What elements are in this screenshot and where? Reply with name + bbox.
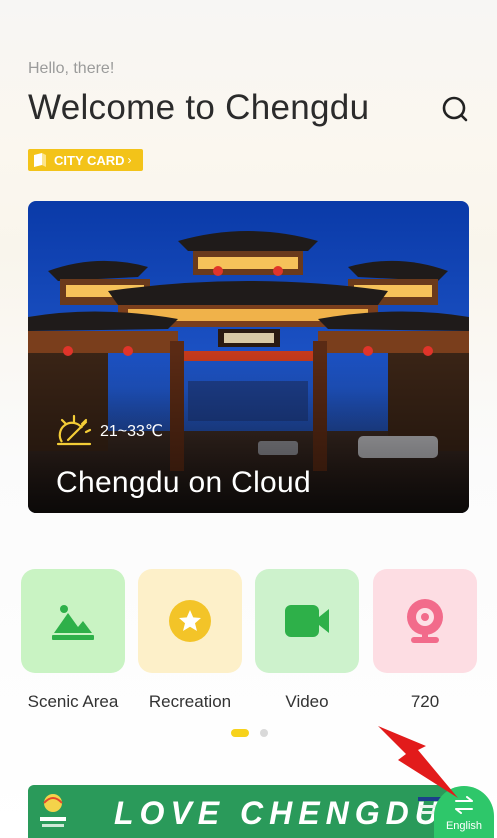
category-720[interactable] <box>373 569 477 673</box>
webcam-icon <box>407 599 443 643</box>
banner-text: LOVE CHENGDU <box>114 795 444 831</box>
mountain-icon <box>52 605 94 640</box>
page-title: Welcome to Chengdu <box>28 88 370 127</box>
category-video[interactable] <box>255 569 359 673</box>
category-label-scenic-area: Scenic Area <box>27 692 119 711</box>
page-indicator <box>0 729 497 739</box>
swap-arrows-icon <box>455 796 473 814</box>
chevron-right-icon: › <box>127 153 132 167</box>
language-switch-button[interactable]: English <box>434 786 494 838</box>
search-icon <box>442 96 468 122</box>
page-dot-active[interactable] <box>231 729 249 737</box>
star-icon <box>169 600 211 642</box>
page-dot[interactable] <box>260 729 268 737</box>
card-icon <box>34 153 46 167</box>
category-recreation[interactable] <box>138 569 242 673</box>
category-label-video: Video <box>285 692 329 711</box>
video-camera-icon <box>285 605 329 637</box>
category-label-720: 720 <box>410 692 440 711</box>
weather-widget: 21~33℃ <box>56 414 163 448</box>
hero-caption: Chengdu on Cloud <box>56 466 311 499</box>
sun-icon <box>56 414 92 446</box>
event-logo-icon <box>40 794 66 827</box>
greeting: Hello, there! <box>28 60 115 77</box>
temperature: 21~33℃ <box>100 423 163 440</box>
category-label-recreation: Recreation <box>148 692 232 711</box>
love-chengdu-banner[interactable]: LOVE CHENGDU <box>28 785 448 838</box>
city-card-button[interactable]: CITY CARD › <box>28 149 143 171</box>
category-scenic-area[interactable] <box>21 569 125 673</box>
city-card-label: CITY CARD <box>54 152 125 168</box>
language-label: English <box>445 820 483 832</box>
search-button[interactable] <box>438 92 472 126</box>
